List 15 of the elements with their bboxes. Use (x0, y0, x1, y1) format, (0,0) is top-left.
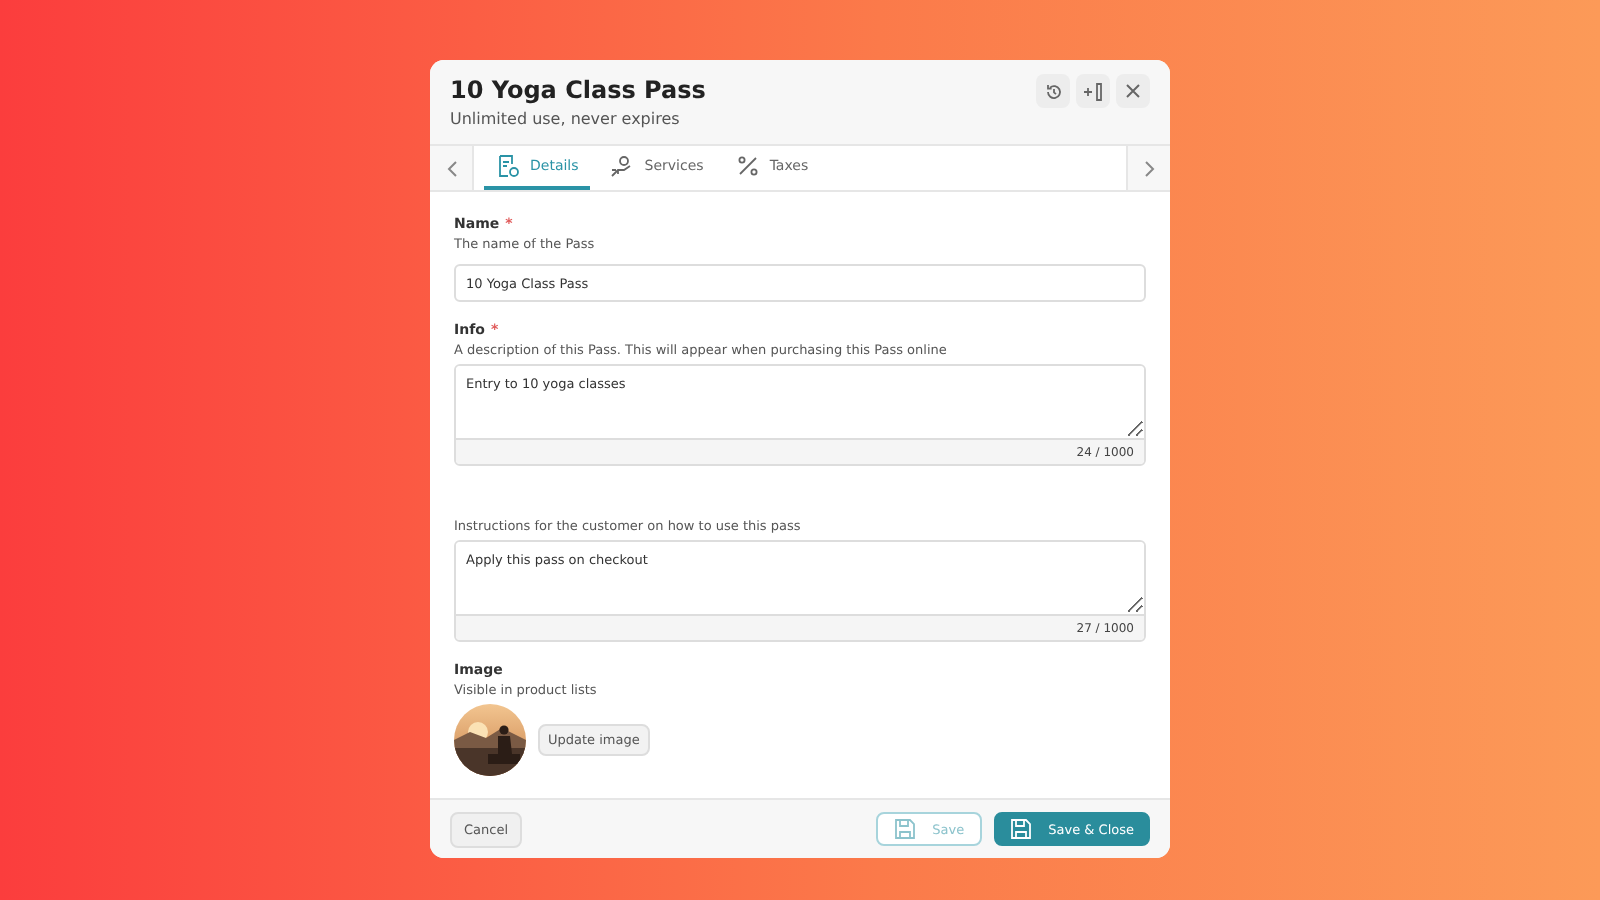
dialog-subtitle: Unlimited use, never expires (450, 110, 682, 128)
services-icon (610, 154, 635, 178)
history-button[interactable] (1036, 74, 1070, 108)
expand-button[interactable] (1076, 74, 1110, 108)
expand-panel-icon (1081, 81, 1105, 101)
close-button[interactable] (1116, 74, 1150, 108)
close-icon (1124, 82, 1142, 100)
percent-icon (735, 154, 760, 178)
history-icon (1043, 81, 1063, 101)
dialog-title: 10 Yoga Class Pass (450, 76, 706, 104)
form-icon (496, 154, 520, 178)
chevron-left-icon (445, 159, 457, 177)
save-icon (894, 818, 917, 840)
chevron-right-icon (1143, 159, 1155, 177)
save-icon (1010, 818, 1033, 840)
